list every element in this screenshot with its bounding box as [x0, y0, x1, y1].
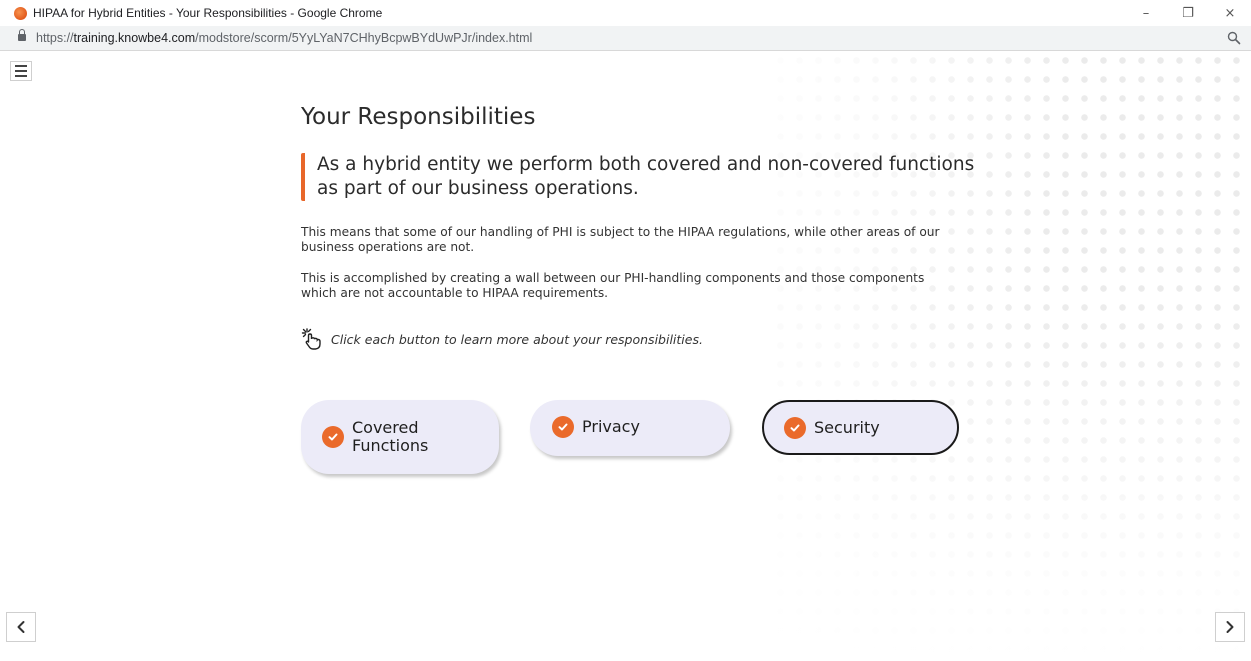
- paragraph-1: This means that some of our handling of …: [301, 225, 940, 254]
- security-label: Security: [814, 417, 880, 437]
- course-content: Your Responsibilities As a hybrid entity…: [0, 51, 1251, 661]
- privacy-label: Privacy: [582, 417, 640, 436]
- url-text[interactable]: https://training.knowbe4.com/modstore/sc…: [36, 31, 532, 45]
- window-title: HIPAA for Hybrid Entities - Your Respons…: [33, 6, 383, 20]
- covered-functions-label: Covered Functions: [352, 419, 428, 455]
- chevron-right-icon: [1226, 621, 1234, 633]
- zoom-icon[interactable]: [1227, 31, 1241, 45]
- check-circle-icon: [784, 416, 806, 439]
- address-bar[interactable]: https://training.knowbe4.com/modstore/sc…: [0, 26, 1251, 51]
- tap-hand-icon: [301, 328, 321, 350]
- next-button[interactable]: [1215, 612, 1245, 642]
- previous-button[interactable]: [6, 612, 36, 642]
- instruction: Click each button to learn more about yo…: [301, 327, 703, 351]
- privacy-button[interactable]: Privacy: [530, 400, 730, 456]
- covered-functions-label-line1: Covered: [352, 418, 419, 437]
- page-title: Your Responsibilities: [301, 104, 536, 130]
- window-controls: – ❐ ×: [1125, 0, 1251, 26]
- url-path: /modstore/scorm/5YyLYaN7CHhyBcpwBYdUwPJr…: [195, 31, 533, 45]
- instruction-text: Click each button to learn more about yo…: [331, 331, 703, 347]
- covered-functions-button[interactable]: Covered Functions: [301, 400, 499, 474]
- restore-button[interactable]: ❐: [1167, 0, 1209, 26]
- check-circle-icon: [552, 416, 574, 438]
- close-button[interactable]: ×: [1209, 0, 1251, 26]
- paragraph-2: This is accomplished by creating a wall …: [301, 271, 925, 300]
- hamburger-menu-icon[interactable]: [10, 61, 32, 81]
- chevron-left-icon: [17, 621, 25, 633]
- window-title-bar: HIPAA for Hybrid Entities - Your Respons…: [0, 0, 1251, 26]
- minimize-button[interactable]: –: [1125, 0, 1167, 26]
- security-button[interactable]: Security: [762, 400, 959, 455]
- chrome-app-icon: [14, 6, 27, 20]
- highlight-quote: As a hybrid entity we perform both cover…: [301, 153, 997, 201]
- background-fade-bottom: [731, 51, 1251, 661]
- covered-functions-label-line2: Functions: [352, 436, 429, 455]
- url-prefix: https://: [36, 31, 74, 45]
- lock-icon[interactable]: [18, 29, 26, 43]
- check-circle-icon: [322, 426, 344, 448]
- url-host: training.knowbe4.com: [73, 31, 196, 45]
- quote-text: As a hybrid entity we perform both cover…: [317, 154, 975, 199]
